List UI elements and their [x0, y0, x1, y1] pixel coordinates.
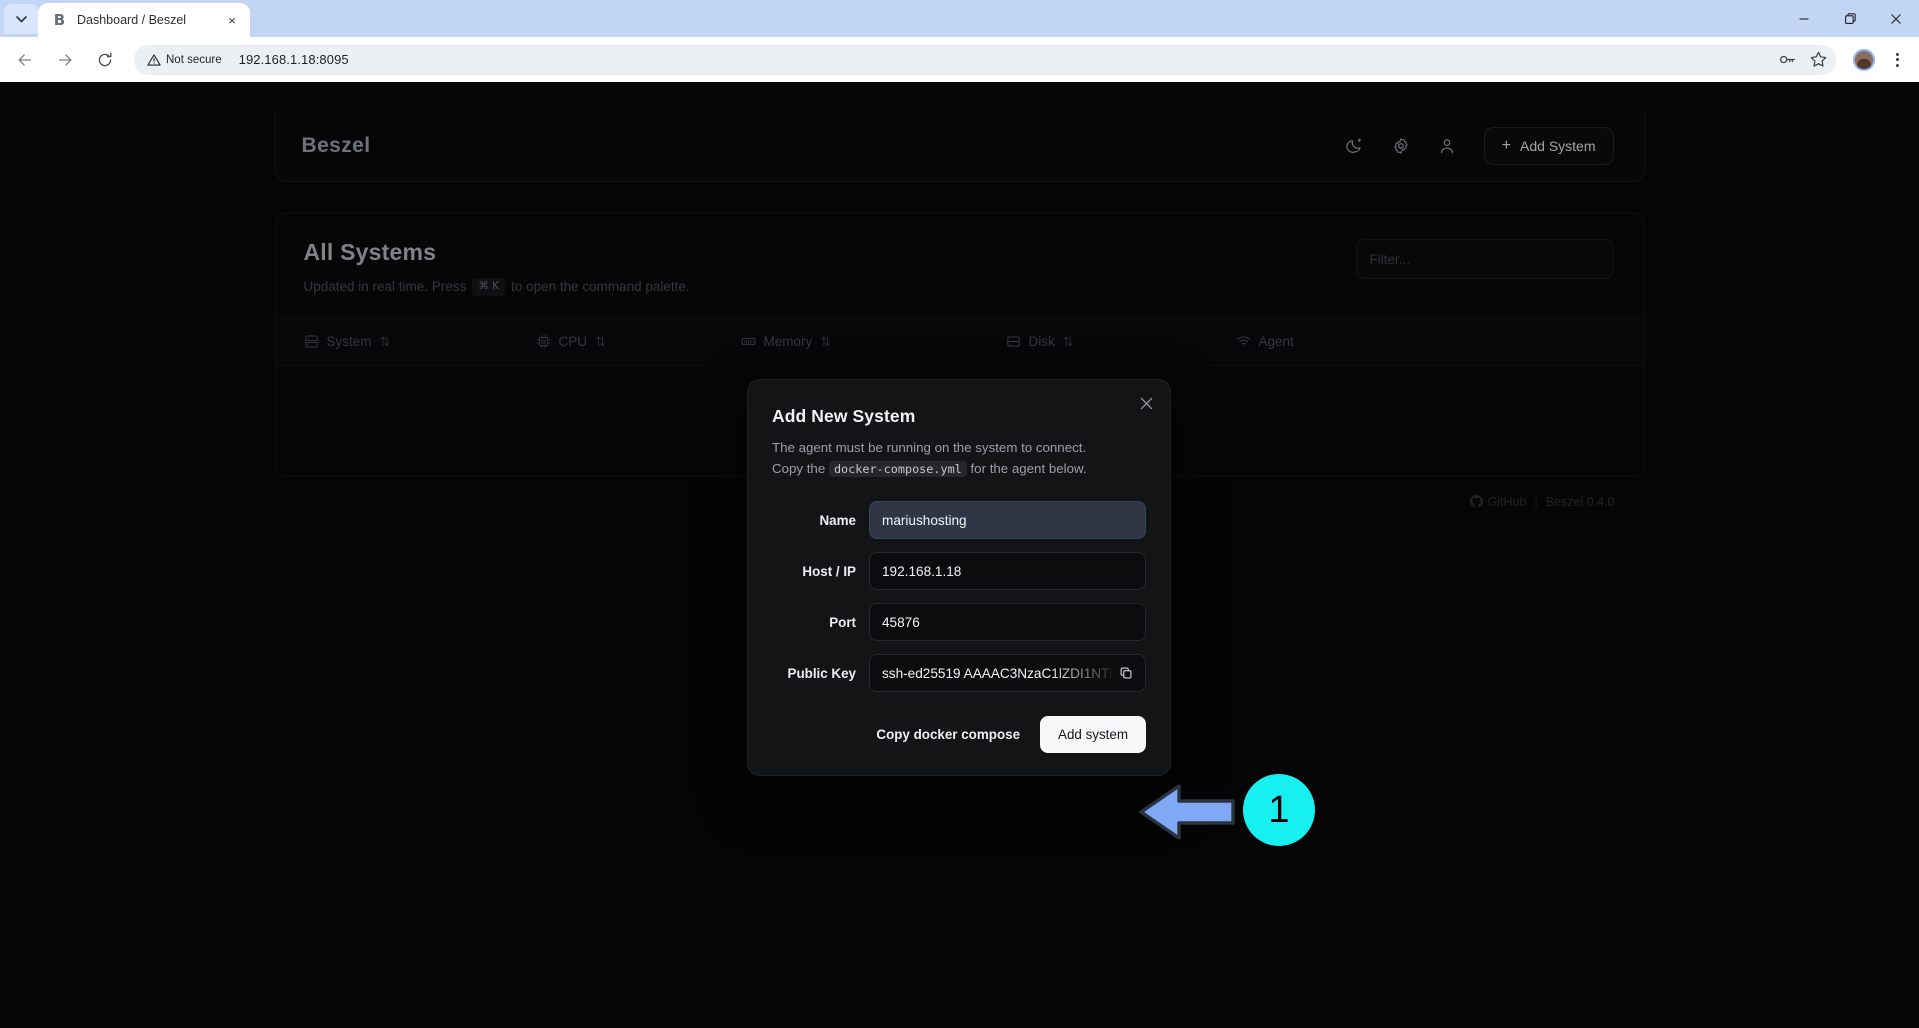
form-row-public-key: Public Key ssh-ed25519 AAAAC3NzaC1lZDI1N… [772, 654, 1146, 693]
dialog-description-line2-before: Copy the [772, 460, 826, 476]
forward-button[interactable] [49, 44, 81, 76]
form-row-host: Host / IP 192.168.1.18 [772, 552, 1146, 591]
security-indicator[interactable]: Not secure [140, 50, 230, 70]
beszel-dashboard-page: Beszel + Add System All Systems Updated … [0, 82, 1919, 1028]
minimize-icon [1799, 17, 1809, 20]
docker-compose-code-chip: docker-compose.yml [828, 460, 967, 477]
dialog-actions: Copy docker compose Add system [772, 716, 1146, 754]
address-bar[interactable]: Not secure 192.168.1.18:8095 [134, 44, 1836, 75]
key-icon-glyph [1780, 55, 1796, 64]
bookmark-star-icon[interactable] [1809, 50, 1828, 69]
port-field-label: Port [829, 614, 856, 630]
tab-strip: B Dashboard / Beszel × [0, 0, 1919, 37]
star-icon-glyph [1810, 51, 1827, 67]
host-ip-input[interactable]: 192.168.1.18 [869, 552, 1146, 591]
browser-window: B Dashboard / Beszel × Not secure 192.16… [0, 0, 1919, 1028]
tab-search-button[interactable] [4, 4, 38, 34]
chevron-down-icon [15, 15, 27, 22]
omnibox-actions [1778, 45, 1828, 75]
back-arrow-icon [18, 53, 32, 66]
browser-toolbar: Not secure 192.168.1.18:8095 [0, 37, 1919, 82]
step-number-badge: 1 [1243, 774, 1315, 846]
browser-menu-button[interactable] [1883, 46, 1911, 74]
port-input[interactable]: 45876 [869, 603, 1146, 642]
window-controls [1781, 0, 1919, 37]
key-icon[interactable] [1778, 50, 1797, 69]
copy-docker-compose-button[interactable]: Copy docker compose [872, 719, 1024, 750]
host-field-label: Host / IP [802, 563, 856, 579]
maximize-icon [1845, 12, 1856, 24]
window-close-button[interactable] [1873, 0, 1919, 37]
forward-arrow-icon [58, 53, 72, 66]
add-system-form: Name mariushosting Host / IP 192.168.1.1… [772, 501, 1146, 693]
close-icon [1140, 397, 1152, 409]
tab-close-button[interactable]: × [223, 11, 241, 29]
dialog-title: Add New System [772, 406, 916, 426]
kebab-dot [1895, 58, 1899, 61]
site-favicon: B [53, 11, 66, 29]
form-row-port: Port 45876 [772, 603, 1146, 642]
copy-icon [1120, 667, 1132, 679]
security-label: Not secure [166, 53, 222, 66]
dialog-description-line1: The agent must be running on the system … [772, 440, 1087, 455]
name-field-label: Name [819, 512, 856, 528]
step-arrow-annotation [1139, 784, 1235, 840]
name-input[interactable]: mariushosting [869, 501, 1146, 540]
warning-triangle-icon [147, 53, 161, 66]
window-maximize-button[interactable] [1827, 0, 1873, 37]
add-system-submit-button[interactable]: Add system [1040, 716, 1146, 754]
profile-avatar[interactable] [1853, 48, 1875, 71]
form-row-name: Name mariushosting [772, 501, 1146, 540]
kebab-dot [1895, 63, 1899, 67]
close-icon [1891, 13, 1901, 24]
window-minimize-button[interactable] [1781, 0, 1827, 37]
public-key-value: ssh-ed25519 AAAAC3NzaC1lZDI1NTE5AAAAI [882, 665, 1111, 681]
tab-title: Dashboard / Beszel [77, 13, 187, 27]
dialog-close-button[interactable] [1136, 393, 1156, 413]
reload-button[interactable] [89, 44, 121, 76]
reload-icon [98, 52, 112, 66]
public-key-field-label: Public Key [787, 665, 856, 681]
browser-tab[interactable]: B Dashboard / Beszel × [38, 3, 250, 37]
public-key-input[interactable]: ssh-ed25519 AAAAC3NzaC1lZDI1NTE5AAAAI [869, 654, 1146, 693]
kebab-dot [1895, 52, 1899, 56]
url-text: 192.168.1.18:8095 [238, 52, 349, 67]
copy-public-key-button[interactable] [1116, 663, 1136, 683]
add-new-system-dialog: Add New System The agent must be running… [747, 379, 1171, 777]
dialog-description-line2-after: for the agent below. [970, 460, 1087, 476]
back-button[interactable] [9, 44, 41, 76]
dialog-description: The agent must be running on the system … [772, 438, 1146, 479]
